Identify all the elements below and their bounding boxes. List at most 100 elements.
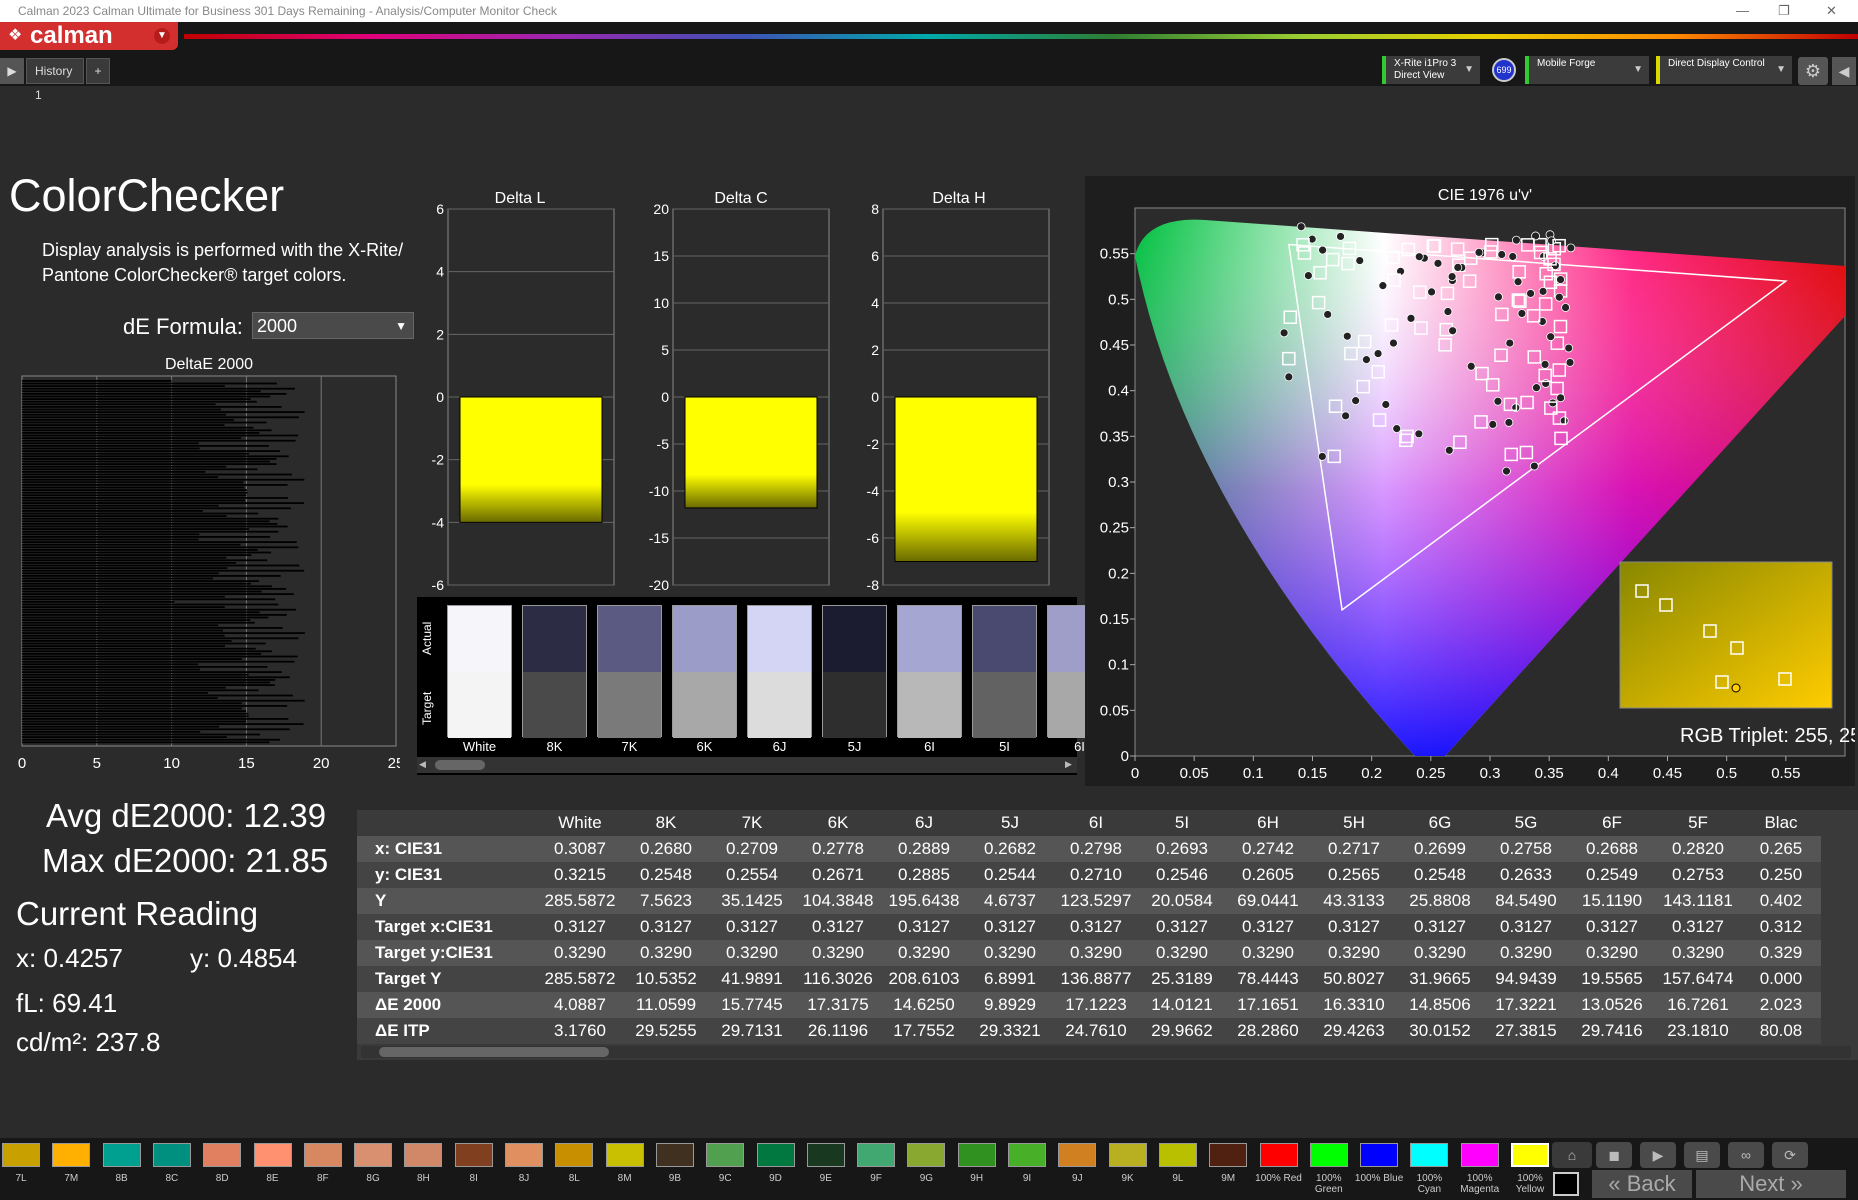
- column-header[interactable]: 5F: [1655, 810, 1741, 836]
- column-header[interactable]: 6F: [1569, 810, 1655, 836]
- bottom-swatch[interactable]: [655, 1143, 694, 1167]
- bottom-swatch[interactable]: [2, 1143, 40, 1167]
- bottom-swatch-label: 100% Green: [1314, 1173, 1343, 1195]
- bottom-swatch[interactable]: [1309, 1143, 1348, 1167]
- settings-gear-icon[interactable]: ⚙: [1798, 57, 1828, 85]
- column-header[interactable]: 5J: [967, 810, 1053, 836]
- bottom-swatch[interactable]: [152, 1143, 191, 1167]
- bottom-swatch[interactable]: [555, 1143, 594, 1167]
- deltae-bar: [22, 481, 244, 484]
- column-header[interactable]: 6H: [1225, 810, 1311, 836]
- table-scrollbar[interactable]: [361, 1046, 1851, 1058]
- swatch-6j[interactable]: [747, 605, 812, 738]
- bottom-swatch[interactable]: [1058, 1143, 1097, 1167]
- save-icon[interactable]: ▤: [1684, 1142, 1720, 1168]
- scroll-right-icon[interactable]: ▶: [1065, 759, 1075, 771]
- deltae-bar: [22, 588, 287, 590]
- next-button[interactable]: Next »: [1696, 1170, 1846, 1198]
- column-header[interactable]: White: [537, 810, 623, 836]
- column-header[interactable]: 5I: [1139, 810, 1225, 836]
- scroll-left-icon[interactable]: ◀: [419, 759, 429, 771]
- tab-scroll-left-icon[interactable]: ▶: [0, 58, 24, 84]
- swatch-6k[interactable]: [672, 605, 737, 738]
- device-selector-source[interactable]: Mobile Forge ▼: [1525, 56, 1649, 84]
- column-header[interactable]: Blac: [1741, 810, 1821, 836]
- close-icon[interactable]: ✕: [1826, 0, 1837, 22]
- device-selector-meter[interactable]: X-Rite i1Pro 3 Direct View ▼: [1382, 56, 1480, 84]
- device-selector-display[interactable]: Direct Display Control ▼: [1656, 56, 1792, 84]
- panel-toggle-icon[interactable]: ◀: [1832, 57, 1856, 85]
- record-button[interactable]: [1553, 1172, 1579, 1196]
- bottom-swatch[interactable]: [1259, 1143, 1298, 1167]
- bottom-swatch[interactable]: [354, 1143, 393, 1167]
- minimize-icon[interactable]: —: [1736, 0, 1749, 22]
- table-cell: 0.3127: [795, 914, 881, 940]
- device-badge[interactable]: 699: [1492, 58, 1516, 82]
- logo-dropdown-icon[interactable]: ▼: [154, 28, 170, 44]
- bottom-swatch[interactable]: [102, 1143, 141, 1167]
- bottom-swatch[interactable]: [957, 1143, 996, 1167]
- bottom-swatch[interactable]: [505, 1143, 543, 1167]
- bottom-swatch[interactable]: [1108, 1143, 1147, 1167]
- swatch-5j[interactable]: [822, 605, 887, 738]
- swatch-8k[interactable]: [522, 605, 587, 738]
- deltae-bar: [22, 686, 226, 689]
- back-button[interactable]: « Back: [1592, 1170, 1692, 1198]
- bottom-swatch[interactable]: [706, 1143, 745, 1167]
- bottom-swatch[interactable]: [756, 1143, 795, 1167]
- deltae-bar: [22, 533, 200, 536]
- deltae-bar: [22, 728, 290, 731]
- swatch-white[interactable]: [447, 605, 512, 738]
- column-header[interactable]: 8K: [623, 810, 709, 836]
- deltae-bar: [22, 634, 225, 637]
- deltae-bar: [22, 655, 298, 658]
- add-tab-button[interactable]: +: [86, 58, 110, 84]
- column-header[interactable]: 6G: [1397, 810, 1483, 836]
- bottom-swatch[interactable]: [253, 1143, 292, 1167]
- table-scroll-thumb[interactable]: [379, 1047, 609, 1057]
- column-header[interactable]: 5G: [1483, 810, 1569, 836]
- swatch-scroll-thumb[interactable]: [435, 760, 485, 770]
- target-label: Target: [419, 673, 435, 739]
- swatch-5i[interactable]: [972, 605, 1037, 738]
- calman-logo[interactable]: ❖ calman ▼: [0, 22, 178, 50]
- bottom-swatch[interactable]: [404, 1143, 443, 1167]
- bottom-swatch[interactable]: [806, 1143, 845, 1167]
- stop-icon[interactable]: ◼: [1596, 1142, 1632, 1168]
- column-header[interactable]: 6I: [1053, 810, 1139, 836]
- bottom-swatch[interactable]: [1410, 1143, 1449, 1167]
- cie-xtick-label: 0.2: [1361, 765, 1382, 782]
- bottom-swatch[interactable]: [303, 1143, 342, 1167]
- bottom-swatch[interactable]: [1158, 1143, 1197, 1167]
- bottom-swatch[interactable]: [1460, 1143, 1499, 1167]
- bottom-swatch[interactable]: [857, 1143, 896, 1167]
- swatch-scrollbar[interactable]: ◀ ▶: [417, 757, 1077, 773]
- refresh-icon[interactable]: ⟳: [1772, 1142, 1808, 1168]
- column-header[interactable]: 7K: [709, 810, 795, 836]
- bottom-swatch[interactable]: [454, 1143, 493, 1167]
- de-formula-select[interactable]: 2000 ▼: [252, 312, 414, 339]
- swatch-6i[interactable]: [897, 605, 962, 738]
- bottom-swatch[interactable]: [907, 1143, 946, 1167]
- home-icon[interactable]: ⌂: [1552, 1142, 1592, 1168]
- table-cell: 0.2605: [1225, 862, 1311, 888]
- column-header[interactable]: 5H: [1311, 810, 1397, 836]
- bottom-swatch[interactable]: [1008, 1143, 1046, 1167]
- column-header[interactable]: 6J: [881, 810, 967, 836]
- play-icon[interactable]: ▶: [1640, 1142, 1676, 1168]
- deltae-bar: [22, 556, 227, 559]
- bottom-swatch[interactable]: [605, 1143, 644, 1167]
- bottom-swatch[interactable]: [203, 1143, 242, 1167]
- tab-history-1[interactable]: History 1: [26, 58, 84, 102]
- swatch-7k[interactable]: [597, 605, 662, 738]
- bottom-swatch[interactable]: [52, 1143, 91, 1167]
- bottom-swatch[interactable]: [1209, 1143, 1248, 1167]
- bottom-swatch[interactable]: [1511, 1143, 1549, 1167]
- column-header[interactable]: 6K: [795, 810, 881, 836]
- cie-measured-point: [1406, 313, 1416, 323]
- maximize-icon[interactable]: ❐: [1778, 0, 1790, 22]
- table-cell: 7.5623: [623, 888, 709, 914]
- bottom-swatch[interactable]: [1360, 1143, 1399, 1167]
- delta-c-tick-label: 10: [653, 295, 669, 311]
- loop-icon[interactable]: ∞: [1728, 1142, 1764, 1168]
